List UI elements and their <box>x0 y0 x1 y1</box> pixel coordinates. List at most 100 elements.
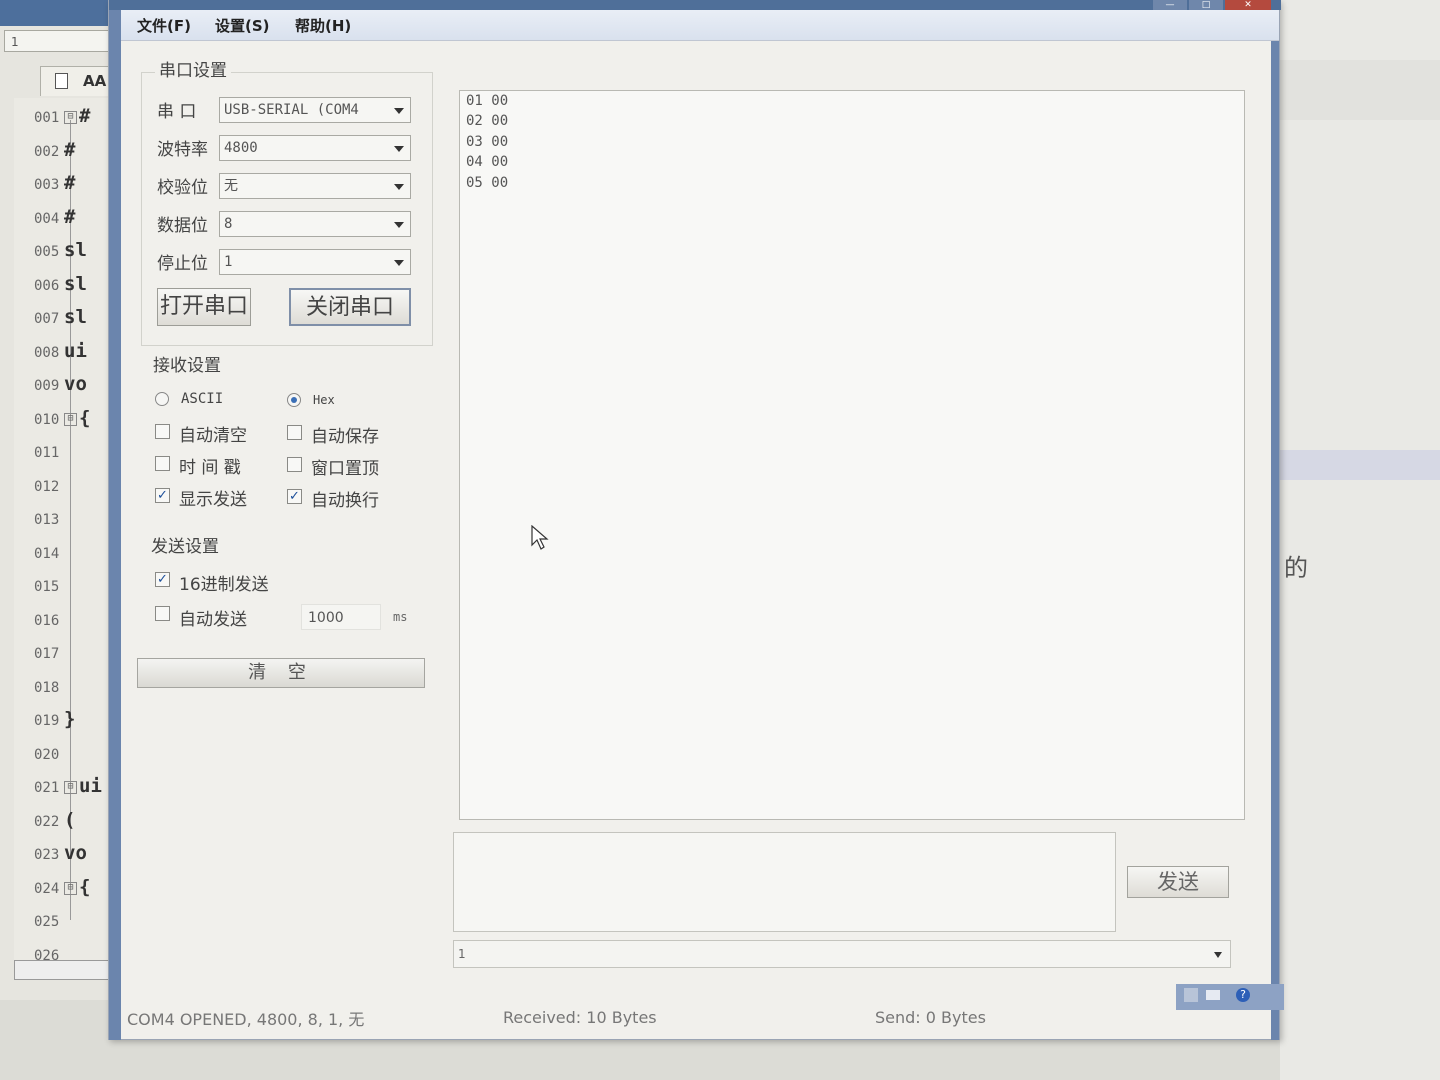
code-text: vo <box>64 842 87 864</box>
serial-assistant-window: — □ ✕ 文件(F) 设置(S) 帮助(H) 串口设置 串 口 USB-SER… <box>108 0 1281 1040</box>
ascii-label: ASCII <box>181 391 224 407</box>
menu-bar: 文件(F) 设置(S) 帮助(H) <box>121 10 1279 41</box>
code-line: 016 <box>34 606 118 632</box>
code-line: 010 ⊟{ <box>34 405 118 431</box>
editor-file-tab[interactable]: AA <box>40 66 118 96</box>
background-document: 的 <box>1280 0 1440 1080</box>
line-number: 009 <box>34 378 60 394</box>
show-send-checkbox[interactable]: ✓ <box>155 488 170 503</box>
line-number: 010 <box>34 411 60 428</box>
auto-clear-label: 自动清空 <box>179 426 247 446</box>
fold-toggle-icon[interactable]: ⊟ <box>64 781 77 794</box>
network-icon[interactable] <box>1184 988 1198 1002</box>
open-port-button[interactable]: 打开串口 <box>157 288 251 326</box>
code-line: 002 # <box>34 137 118 163</box>
fold-toggle-icon[interactable]: ⊟ <box>64 111 77 124</box>
send-textarea[interactable] <box>453 832 1116 932</box>
code-line: 012 <box>34 472 118 498</box>
ascii-radio[interactable] <box>155 392 169 406</box>
line-number: 006 <box>34 277 60 294</box>
code-text: # <box>79 105 91 127</box>
window-frame-right <box>1271 10 1279 1040</box>
code-text: vo <box>64 373 87 395</box>
line-number: 024 <box>34 880 60 897</box>
code-line: 020 <box>34 740 118 766</box>
line-number: 017 <box>34 646 60 662</box>
hex-radio[interactable] <box>287 393 301 407</box>
receive-line: 05 00 <box>466 175 509 191</box>
help-icon[interactable]: ? <box>1236 988 1250 1002</box>
maximize-button[interactable]: □ <box>1189 0 1223 10</box>
editor-horizontal-scrollbar[interactable] <box>14 960 116 980</box>
code-line: 017 <box>34 639 118 665</box>
code-line: 009 vo <box>34 371 118 397</box>
status-port: COM4 OPENED, 4800, 8, 1, 无 <box>127 1010 365 1029</box>
code-text: { <box>79 875 91 898</box>
send-history-select[interactable]: 1 <box>453 940 1231 968</box>
baud-select[interactable]: 4800 <box>219 135 411 161</box>
code-line: 011 <box>34 438 118 464</box>
timestamp-checkbox[interactable] <box>155 456 170 471</box>
close-port-button[interactable]: 关闭串口 <box>289 288 411 326</box>
receive-textarea[interactable]: 01 00 02 00 03 00 04 00 05 00 <box>459 90 1245 820</box>
line-number: 004 <box>34 210 60 227</box>
editor-title-bar <box>0 0 118 26</box>
menu-help[interactable]: 帮助(H) <box>295 15 351 36</box>
baud-label: 波特率 <box>157 140 208 160</box>
window-top-checkbox[interactable] <box>287 457 302 472</box>
fold-toggle-icon[interactable]: ⊟ <box>64 412 77 426</box>
chevron-down-icon <box>394 184 404 190</box>
timestamp-label: 时 间 戳 <box>179 458 241 478</box>
stopbits-label: 停止位 <box>157 254 208 274</box>
window-frame-left <box>109 10 121 1040</box>
code-line: 021 ⊟ ui <box>34 773 118 799</box>
background-code-editor: 1 AA 001 ⊟ #002 #003 #004 #005 sl 006 sl 007 sl 008… <box>0 0 119 1000</box>
line-number: 015 <box>34 579 60 595</box>
hex-send-checkbox[interactable]: ✓ <box>155 572 170 587</box>
code-line: 006 sl <box>34 271 118 297</box>
stopbits-select[interactable]: 1 <box>219 249 411 275</box>
code-text: sl <box>64 306 87 328</box>
line-number: 022 <box>34 813 60 830</box>
auto-save-checkbox[interactable] <box>287 425 302 440</box>
send-interval-input[interactable]: 1000 <box>301 604 381 630</box>
line-number: 001 <box>34 110 60 126</box>
code-text: ui <box>64 339 87 362</box>
line-number: 019 <box>34 713 60 729</box>
code-text: sl <box>64 272 87 295</box>
clear-button[interactable]: 清 空 <box>137 658 425 688</box>
keyboard-icon[interactable] <box>1206 990 1220 1000</box>
code-line: 007 sl <box>34 304 118 330</box>
menu-settings[interactable]: 设置(S) <box>215 15 270 36</box>
line-number: 012 <box>34 478 60 495</box>
code-text: # <box>64 205 76 228</box>
receive-settings-title: 接收设置 <box>153 356 221 376</box>
receive-line: 03 00 <box>466 134 509 150</box>
chevron-down-icon <box>394 108 404 114</box>
code-line: 014 <box>34 539 118 565</box>
status-received: Received: 10 Bytes <box>503 1008 657 1027</box>
editor-line-box[interactable]: 1 <box>4 30 112 52</box>
code-line: 013 <box>34 505 118 531</box>
databits-select[interactable]: 8 <box>219 211 411 237</box>
parity-select[interactable]: 无 <box>219 173 411 199</box>
auto-send-checkbox[interactable] <box>155 606 170 621</box>
document-highlight <box>1280 450 1440 480</box>
send-button[interactable]: 发送 <box>1127 866 1229 898</box>
window-top-label: 窗口置顶 <box>311 459 379 479</box>
line-number: 016 <box>34 612 60 629</box>
fold-toggle-icon[interactable]: ⊟ <box>64 881 77 895</box>
line-number: 018 <box>34 679 60 696</box>
chevron-down-icon <box>394 260 404 266</box>
menu-file[interactable]: 文件(F) <box>137 15 191 36</box>
interval-unit-label: ms <box>393 610 408 624</box>
code-text: sl <box>64 239 87 261</box>
port-select[interactable]: USB-SERIAL (COM4 <box>219 97 411 123</box>
code-line: 001 ⊟ # <box>34 103 118 129</box>
code-line: 025 <box>34 907 118 933</box>
close-button[interactable]: ✕ <box>1225 0 1271 10</box>
auto-wrap-checkbox[interactable]: ✓ <box>287 489 302 504</box>
auto-clear-checkbox[interactable] <box>155 424 170 439</box>
minimize-button[interactable]: — <box>1153 0 1187 10</box>
taskbar-tray: ? <box>1176 984 1284 1010</box>
